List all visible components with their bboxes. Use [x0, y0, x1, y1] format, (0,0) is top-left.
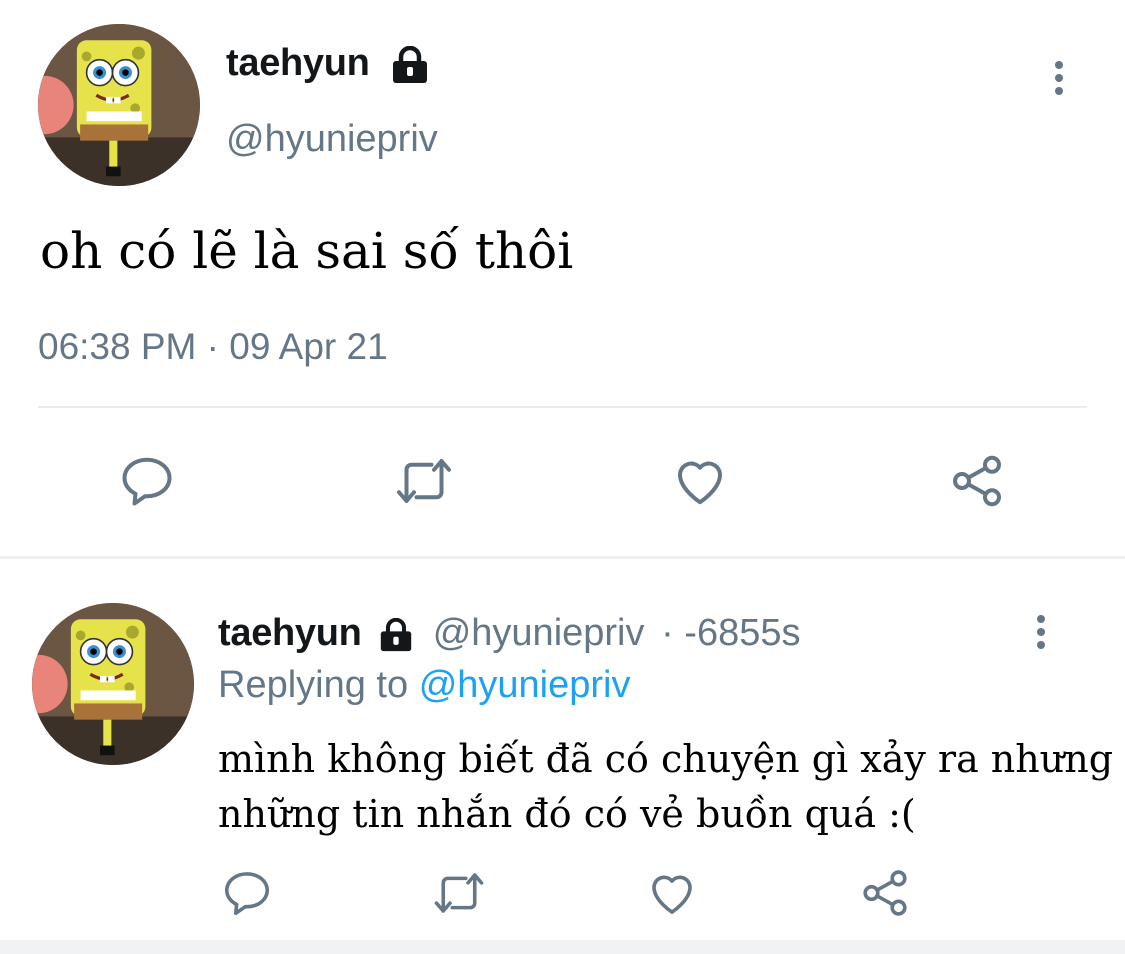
share-icon: [953, 455, 1001, 507]
like-icon: [678, 461, 722, 505]
tweet-timestamp[interactable]: 06:38 PM · 09 Apr 21: [38, 326, 388, 368]
like-button[interactable]: [665, 446, 735, 516]
section-separator: [0, 556, 1125, 559]
reply-header: taehyun @hyuniepriv · -6855s: [218, 612, 800, 655]
lock-icon: [392, 45, 427, 83]
retweet-button[interactable]: [424, 858, 494, 928]
reply-time: · -6855s: [661, 612, 801, 654]
replying-to-label: Replying to: [218, 664, 409, 706]
share-button[interactable]: [942, 446, 1012, 516]
divider: [38, 406, 1087, 408]
reply-text-line: những tin nhắn đó có vẻ buồn quá :(: [218, 792, 916, 836]
reply-author-name[interactable]: taehyun: [218, 612, 362, 654]
like-button[interactable]: [637, 858, 707, 928]
reply-text: mình không biết đã có chuyện gì xảy ra n…: [218, 732, 1118, 842]
retweet-icon: [434, 873, 484, 913]
reply-button[interactable]: [212, 858, 282, 928]
reply-avatar[interactable]: [32, 603, 194, 765]
reply-text-line: mình không biết đã có chuyện gì xảy ra n…: [218, 737, 1114, 781]
share-button[interactable]: [850, 858, 920, 928]
like-icon: [652, 875, 692, 914]
reply-author-handle[interactable]: @hyuniepriv: [433, 612, 645, 654]
author-name-text: taehyun: [226, 42, 370, 84]
author-handle[interactable]: @hyuniepriv: [226, 118, 438, 161]
retweet-button[interactable]: [389, 446, 459, 516]
reply-more-options-icon[interactable]: [1028, 610, 1054, 654]
replying-to-mention[interactable]: @hyuniepriv: [419, 664, 631, 706]
retweet-icon: [397, 459, 451, 503]
share-icon: [863, 870, 907, 916]
tweet-text: oh có lẽ là sai số thôi: [40, 222, 574, 280]
more-options-icon[interactable]: [1046, 56, 1072, 100]
spongebob-avatar-icon: [38, 24, 200, 186]
bottom-separator: [0, 940, 1125, 954]
author-name[interactable]: taehyun: [226, 42, 430, 85]
lock-icon: [380, 617, 412, 652]
reply-icon: [122, 457, 172, 506]
reply-icon: [224, 872, 270, 916]
reply-button[interactable]: [112, 446, 182, 516]
replying-to: Replying to @hyuniepriv: [218, 664, 630, 707]
spongebob-avatar-icon: [32, 603, 194, 765]
avatar[interactable]: [38, 24, 200, 186]
